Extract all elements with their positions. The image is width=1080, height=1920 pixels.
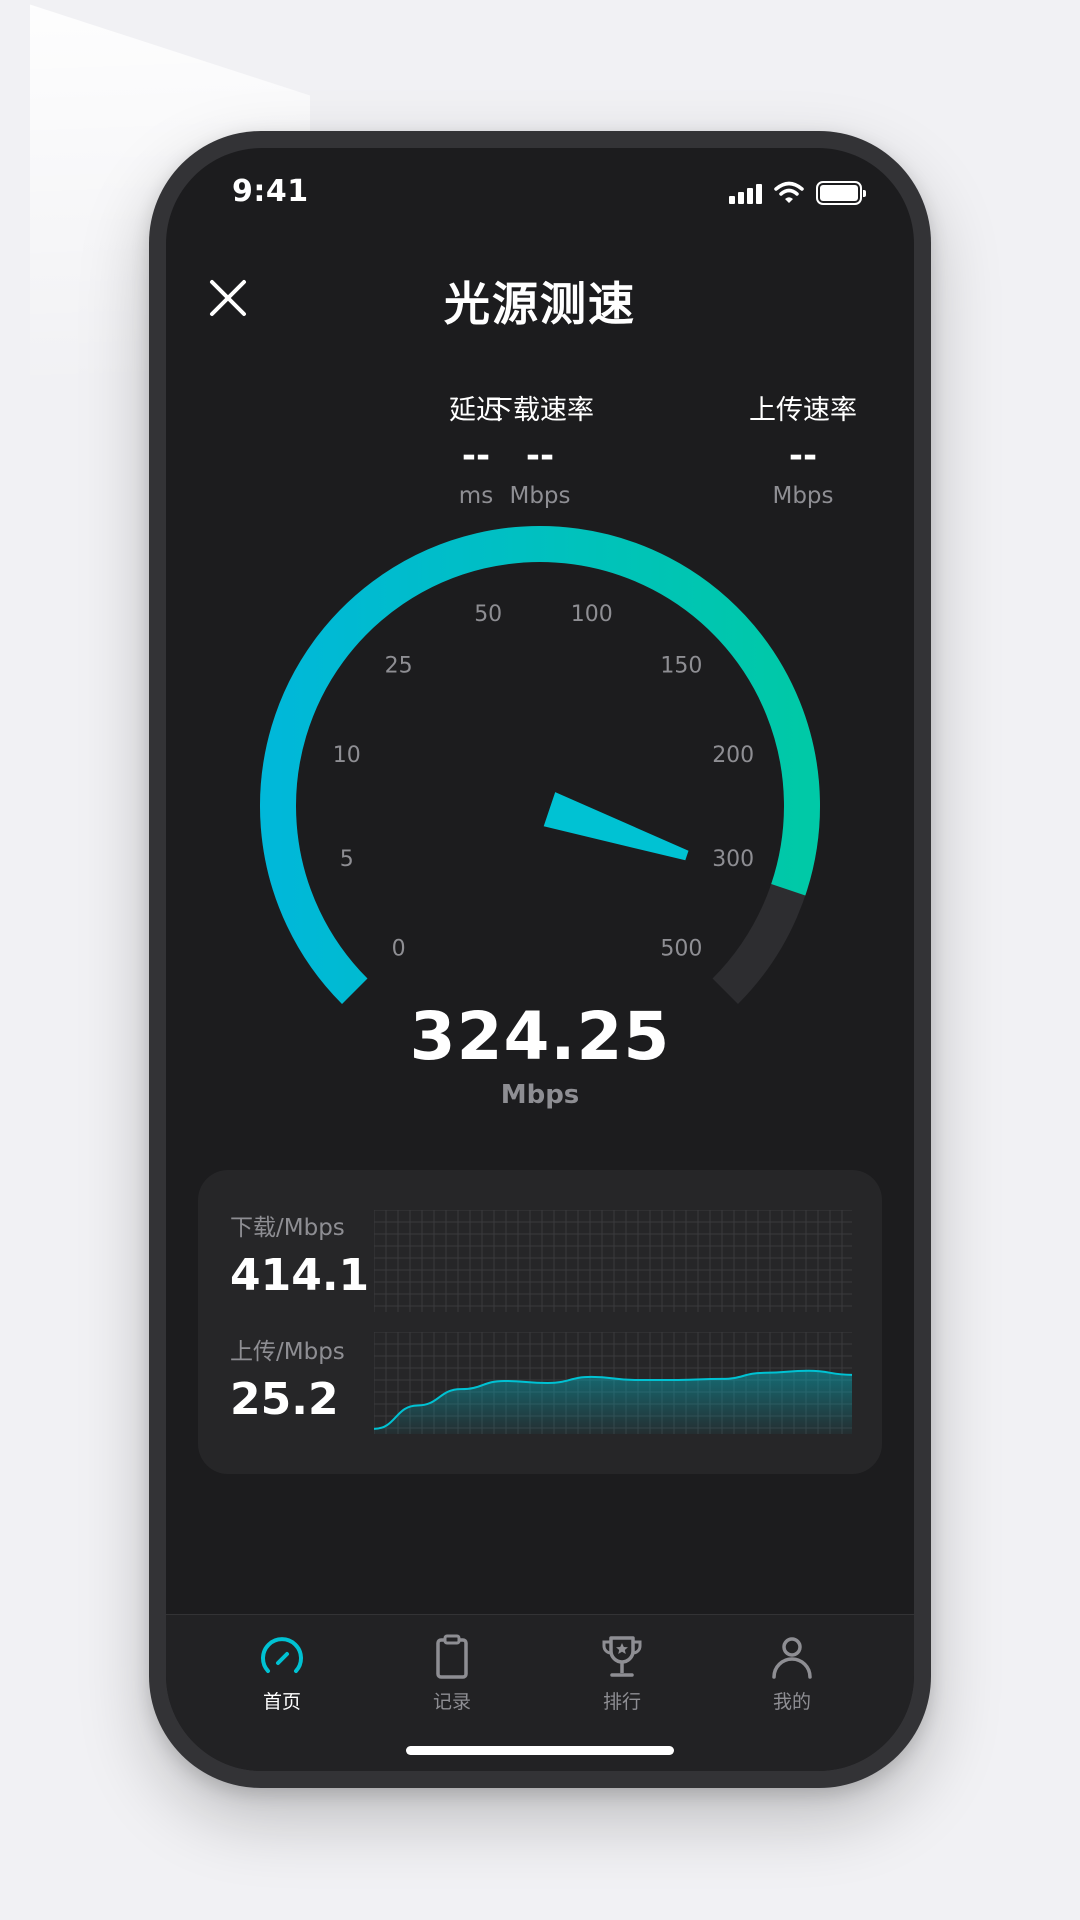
gauge-scale-label: 25 [385, 654, 413, 679]
speedometer-icon [261, 1637, 303, 1673]
current-speed-unit: Mbps [500, 1080, 580, 1110]
tab-label: 排行 [602, 1691, 641, 1713]
download-chart [374, 1210, 852, 1312]
gauge-scale-label: 10 [333, 743, 361, 768]
speed-gauge: 0 5 10 25 50 100 150 200 300 500 [260, 526, 820, 1004]
signal-icon [729, 182, 762, 204]
tab-records[interactable]: 记录 [392, 1633, 512, 1714]
trophy-icon [602, 1636, 642, 1677]
status-icons [729, 180, 866, 206]
speed-history-card: 下载/Mbps 414.1 上传/Mbps 25.2 [198, 1170, 882, 1474]
tab-label: 记录 [432, 1691, 471, 1713]
metric-unit: Mbps [772, 483, 834, 509]
app-screen: 9:41 光源测速 延迟 -- ms 下载速率 -- Mbps 上传速率 -- … [166, 148, 914, 1771]
metric-unit: Mbps [509, 483, 571, 509]
gauge-needle [543, 792, 689, 861]
gauge-scale-label: 300 [712, 847, 754, 872]
user-icon [772, 1637, 812, 1679]
metric-label: 下载速率 [486, 395, 594, 426]
metric-upload: 上传速率 -- Mbps [703, 388, 903, 509]
tab-label: 我的 [772, 1691, 811, 1713]
metric-value: -- [525, 436, 555, 476]
battery-icon [816, 181, 866, 205]
gauge-scale-label: 5 [340, 847, 354, 872]
gauge-scale-label: 50 [474, 602, 502, 627]
gauge-scale-label: 100 [571, 602, 613, 627]
tab-profile[interactable]: 我的 [732, 1633, 852, 1714]
status-time: 9:41 [232, 174, 309, 209]
gauge-scale-label: 150 [660, 654, 702, 679]
upload-chart [374, 1332, 852, 1434]
tab-ranking[interactable]: 排行 [562, 1633, 682, 1714]
clipboard-icon [436, 1634, 468, 1679]
tab-home[interactable]: 首页 [222, 1633, 342, 1714]
download-value: 414.1 [230, 1250, 370, 1301]
metric-value: -- [788, 436, 818, 476]
wifi-icon [774, 181, 804, 203]
upload-label: 上传/Mbps [230, 1339, 345, 1365]
gauge-scale-label: 500 [660, 936, 702, 961]
current-speed-value: 324.25 [409, 998, 671, 1075]
upload-value: 25.2 [230, 1374, 339, 1425]
home-indicator[interactable] [406, 1746, 674, 1755]
download-label: 下载/Mbps [230, 1215, 345, 1241]
metric-download: 下载速率 -- Mbps [440, 388, 640, 509]
gauge-scale-label: 200 [712, 743, 754, 768]
gauge-scale-label: 0 [392, 936, 406, 961]
page-title: 光源测速 [444, 277, 636, 331]
chart-grid [374, 1210, 852, 1312]
metric-label: 上传速率 [749, 395, 857, 426]
tab-label: 首页 [262, 1691, 301, 1713]
